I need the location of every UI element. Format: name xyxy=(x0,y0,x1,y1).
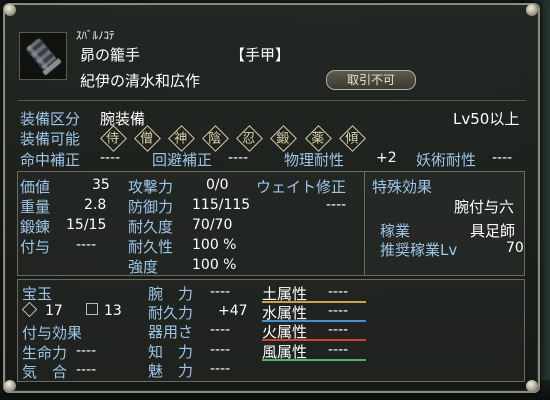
enchant-value: ---- xyxy=(76,362,97,378)
stat-value: 2.8 xyxy=(84,197,107,213)
stat-label: 付与 xyxy=(20,238,51,256)
job-badge: 傾 xyxy=(338,125,366,152)
equip-class-value: 腕装備 xyxy=(100,110,146,128)
attr-value: ---- xyxy=(210,322,231,338)
job-badge: 神 xyxy=(168,125,196,152)
stat-label: 強度 xyxy=(128,258,159,276)
element-value: ---- xyxy=(328,303,349,319)
gem-slot-a: 17 xyxy=(21,301,63,319)
enchant-label: 気 合 xyxy=(22,363,68,381)
usable-jobs-list: 侍 僧 神 陰 忍 鍛 薬 傾 xyxy=(100,125,372,152)
element-value: ---- xyxy=(328,322,349,338)
recommended-level-value: 70 xyxy=(506,240,524,256)
trade-restriction-badge: 取引不可 xyxy=(326,70,416,90)
stat-value: 35 xyxy=(92,177,110,193)
job-badge: 侍 xyxy=(100,125,127,152)
item-name: 昴の籠手 xyxy=(80,46,141,64)
evade-bonus-value: ---- xyxy=(228,150,249,166)
stat-value: 70/70 xyxy=(192,217,233,233)
item-maker: 紀伊の清水和広作 xyxy=(80,72,201,90)
attr-label: 知 力 xyxy=(148,343,194,361)
stat-label: 耐久度 xyxy=(128,218,174,236)
job-badge: 忍 xyxy=(236,125,264,152)
attr-value: ---- xyxy=(210,342,231,358)
item-icon-gauntlet xyxy=(19,32,67,80)
gauntlet-icon xyxy=(25,37,63,76)
hit-bonus-label: 命中補正 xyxy=(20,151,81,169)
stat-label: 重量 xyxy=(20,198,51,216)
stat-value: 100 % xyxy=(192,257,237,273)
recommended-level-label: 推奨稼業Lv xyxy=(380,241,458,259)
phys-resist-label: 物理耐性 xyxy=(284,151,345,169)
enchant-title: 付与効果 xyxy=(22,324,83,342)
stat-label: 鍛錬 xyxy=(20,218,51,236)
attr-value: ---- xyxy=(210,361,231,377)
gems-title: 宝玉 xyxy=(22,285,53,303)
job-badge: 陰 xyxy=(202,125,230,152)
item-slot: 【手甲】 xyxy=(230,46,291,64)
attr-value: +47 xyxy=(218,303,248,319)
gem-slot-b: 13 xyxy=(86,303,122,319)
panel-corner-top-left xyxy=(4,4,16,16)
stat-label: 価値 xyxy=(20,178,51,196)
panel-corner-bottom-right xyxy=(526,380,538,392)
equip-class-label: 装備区分 xyxy=(20,110,81,128)
level-requirement: Lv50以上 xyxy=(453,110,520,128)
job-badge: 僧 xyxy=(134,125,162,152)
special-effect-title: 特殊効果 xyxy=(372,178,433,196)
hit-bonus-value: ---- xyxy=(100,150,121,166)
magic-resist-value: ---- xyxy=(492,150,513,166)
stat-value: 100 % xyxy=(192,237,237,253)
magic-resist-label: 妖術耐性 xyxy=(416,151,477,169)
enchant-value: ---- xyxy=(76,343,97,359)
divider xyxy=(18,100,526,101)
phys-resist-value: +2 xyxy=(376,150,397,166)
element-value: ---- xyxy=(328,342,349,358)
stat-label: 防御力 xyxy=(128,198,174,216)
stat-value: 115/115 xyxy=(192,197,251,213)
stat-value: ---- xyxy=(76,237,97,253)
element-value: ---- xyxy=(328,284,349,300)
stat-label: 攻撃力 xyxy=(128,178,174,196)
trade-value: 具足師 xyxy=(470,222,516,240)
attr-value: ---- xyxy=(210,284,231,300)
job-badge: 薬 xyxy=(304,125,332,152)
evade-bonus-label: 回避補正 xyxy=(152,151,213,169)
attr-label: 魅 力 xyxy=(148,362,194,380)
wind-underline xyxy=(262,359,366,361)
panel-corner-top-right xyxy=(526,4,538,16)
attr-label: 腕 力 xyxy=(148,285,194,303)
weight-mod-value: ---- xyxy=(326,197,347,213)
attr-label: 耐久力 xyxy=(148,304,194,322)
stat-value: 0/0 xyxy=(206,177,229,193)
stat-label: 耐久性 xyxy=(128,238,174,256)
usable-jobs-label: 装備可能 xyxy=(20,130,81,148)
item-furigana: ｽﾊﾞﾙﾉｺﾃ xyxy=(76,29,115,42)
stat-value: 15/15 xyxy=(66,217,107,233)
job-badge: 鍛 xyxy=(270,125,298,152)
trade-label: 稼業 xyxy=(380,222,411,240)
diamond-icon xyxy=(21,301,38,318)
special-effect-value: 腕付与六 xyxy=(454,198,515,216)
enchant-label: 生命力 xyxy=(22,344,68,362)
square-icon xyxy=(86,303,98,315)
panel-corner-bottom-left xyxy=(4,380,16,392)
weight-mod-label: ウェイト修正 xyxy=(256,178,347,196)
attr-label: 器用さ xyxy=(148,323,194,341)
